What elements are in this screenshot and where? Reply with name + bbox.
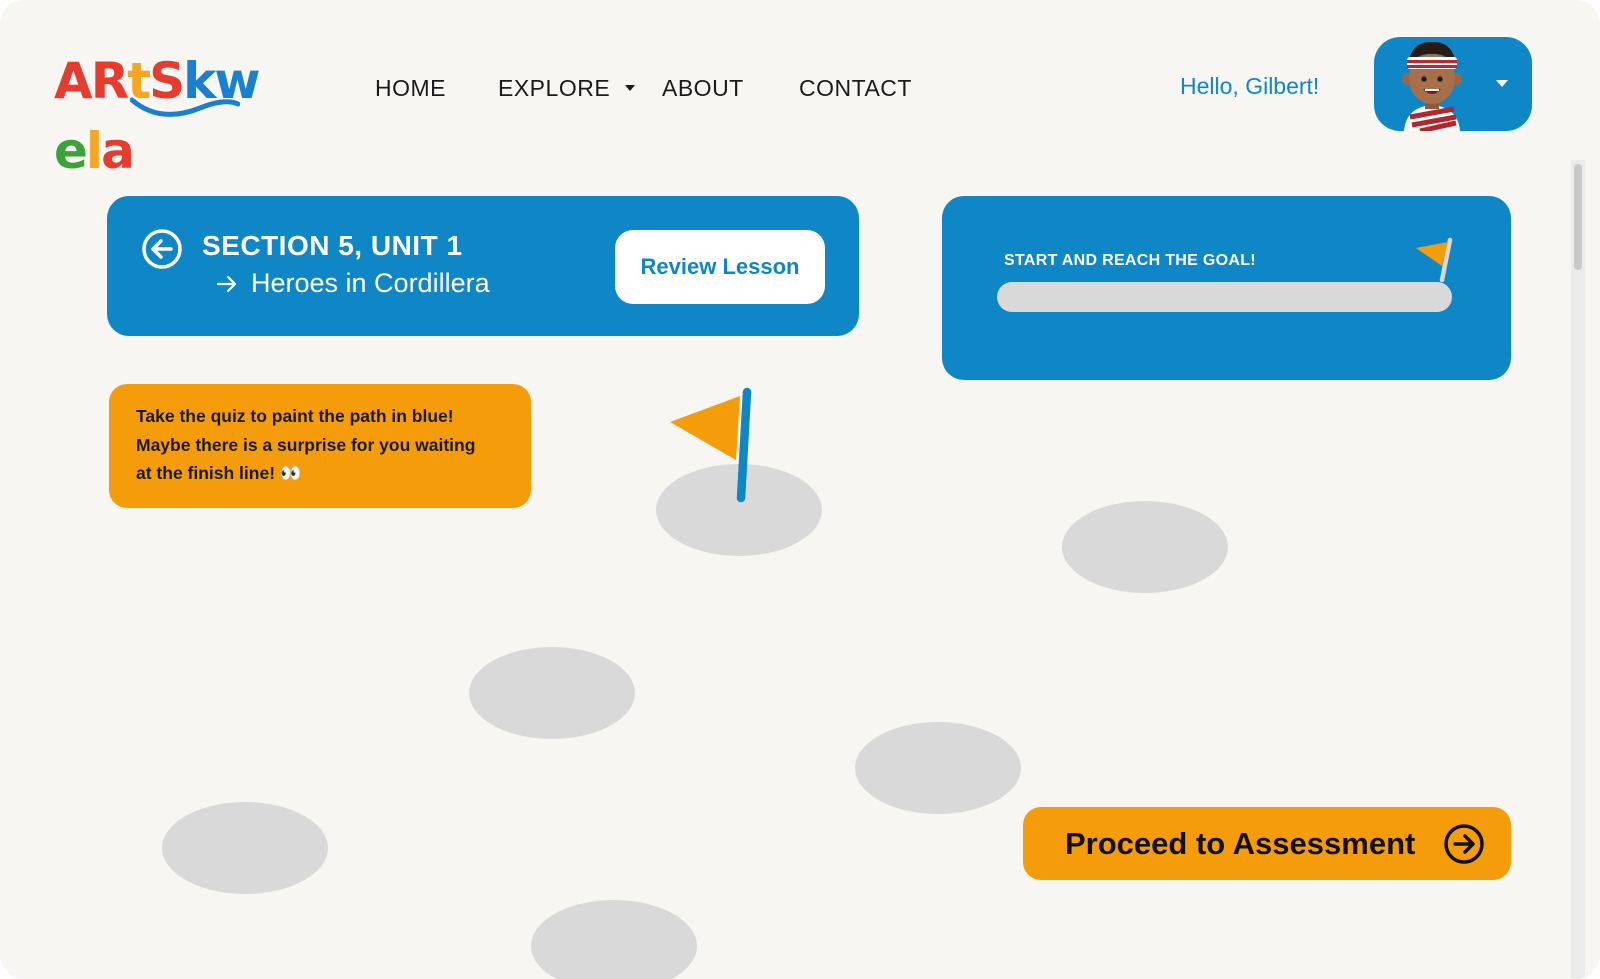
quiz-tip-bubble: Take the quiz to paint the path in blue!… [109, 384, 531, 508]
chevron-down-icon [625, 84, 636, 91]
section-title: SECTION 5, UNIT 1 [202, 230, 463, 261]
logo-letter: e [54, 122, 88, 180]
logo-letter: a [101, 122, 135, 180]
logo-letter: l [85, 122, 103, 180]
path-stone-3[interactable] [469, 647, 635, 739]
nav-contact[interactable]: CONTACT [799, 70, 912, 106]
avatar [1402, 41, 1462, 131]
section-header-card: SECTION 5, UNIT 1 Heroes in Cordillera R… [107, 196, 859, 336]
tip-line-3: at the finish line! 👀 [136, 463, 302, 483]
proceed-to-assessment-button[interactable]: Proceed to Assessment [1023, 807, 1511, 880]
start-flag-icon [670, 387, 752, 503]
tip-line-2: Maybe there is a surprise for you waitin… [136, 434, 476, 455]
goal-progress-bar [997, 282, 1452, 312]
arrow-right-icon [216, 275, 237, 293]
nav-explore[interactable]: EXPLORE [498, 70, 636, 106]
logo-swoosh [130, 97, 240, 117]
path-stone-6[interactable] [531, 900, 697, 979]
goal-progress-card: START AND REACH THE GOAL! [942, 196, 1511, 380]
path-stone-2[interactable] [1062, 501, 1228, 593]
artskwela-logo[interactable]: ARtSkwela [54, 46, 284, 180]
path-stone-5[interactable] [162, 802, 328, 894]
proceed-label: Proceed to Assessment [1065, 826, 1416, 861]
back-arrow-circle-icon[interactable] [141, 228, 183, 270]
goal-label: START AND REACH THE GOAL! [1004, 252, 1256, 269]
path-stone-4[interactable] [855, 722, 1021, 814]
nav-about-label: ABOUT [662, 75, 744, 101]
scrollbar-thumb[interactable] [1574, 164, 1582, 270]
user-greeting: Hello, Gilbert! [1180, 73, 1320, 99]
review-lesson-button[interactable]: Review Lesson [615, 230, 825, 304]
logo-letter: R [90, 52, 129, 110]
nav-explore-label: EXPLORE [498, 75, 611, 101]
nav-about[interactable]: ABOUT [662, 70, 744, 106]
tip-line-1: Take the quiz to paint the path in blue! [136, 406, 454, 426]
profile-menu-button[interactable] [1374, 37, 1532, 131]
unit-subtitle: Heroes in Cordillera [251, 268, 490, 298]
chevron-down-icon [1496, 80, 1508, 87]
app-frame: ARtSkwela HOME EXPLORE ABOUT CONTACT Hel… [0, 0, 1600, 979]
nav-home[interactable]: HOME [375, 70, 446, 106]
logo-letter: A [54, 52, 93, 110]
nav-home-label: HOME [375, 75, 446, 101]
goal-flag-icon [1416, 237, 1453, 283]
nav-contact-label: CONTACT [799, 75, 912, 101]
arrow-right-circle-icon [1444, 824, 1484, 864]
page-scrollbar[interactable] [1571, 160, 1585, 979]
